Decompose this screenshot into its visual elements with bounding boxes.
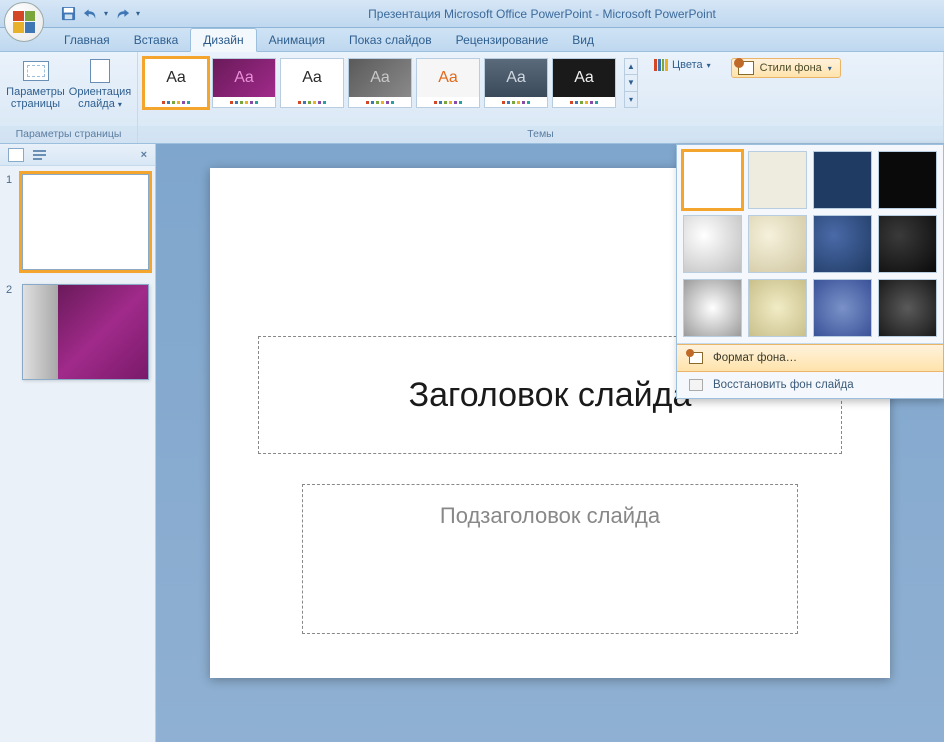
theme-color-dots [281,97,343,107]
thumb-number: 1 [6,174,16,270]
background-swatch-10[interactable] [748,279,807,337]
outline-tab-icon[interactable] [32,149,48,161]
theme-preview: Aa [485,59,547,97]
theme-preview: Aa [417,59,479,97]
reset-background-icon [689,379,703,391]
gallery-more-icon[interactable]: ▾ [625,92,637,107]
background-styles-label: Стили фона [760,62,822,74]
format-background-icon [689,352,703,364]
colors-icon [654,59,668,71]
ribbon-tabs: Главная Вставка Дизайн Анимация Показ сл… [0,28,944,52]
gallery-down-icon[interactable]: ▼ [625,75,637,91]
thumb-number: 2 [6,284,16,380]
thumb-preview [22,284,149,380]
office-logo-icon [13,11,35,33]
background-swatch-7[interactable] [813,215,872,273]
theme-black[interactable]: Aa [552,58,616,108]
orientation-icon [90,59,110,83]
background-styles-icon [738,61,754,75]
slide-thumb-2[interactable]: 2 [6,284,149,380]
tab-insert[interactable]: Вставка [122,29,191,51]
theme-preview: Aa [145,59,207,97]
slides-tab-icon[interactable] [8,148,24,162]
slide-thumb-1[interactable]: 1 [6,174,149,270]
undo-dropdown-icon[interactable]: ▾ [104,9,108,18]
theme-gallery: AaAaAaAaAaAaAa [138,52,620,108]
close-panel-icon[interactable]: × [141,149,147,161]
ribbon: Параметры страницы Ориентация слайда ▾ П… [0,52,944,144]
background-swatch-1[interactable] [683,151,742,209]
slides-panel: × 1 2 [0,144,156,742]
background-swatch-2[interactable] [748,151,807,209]
slides-panel-header: × [0,144,155,166]
tab-design[interactable]: Дизайн [190,28,256,52]
theme-color-dots [553,97,615,107]
theme-options: Цвета ▾ [642,52,723,72]
background-styles-popup: Формат фона… Восстановить фон слайда [676,144,944,399]
save-icon[interactable] [60,6,76,22]
theme-gallery-scroll: ▲ ▼ ▾ [624,58,638,108]
chevron-down-icon: ▾ [707,61,711,70]
theme-preview: Aa [213,59,275,97]
theme-colors-button[interactable]: Цвета ▾ [650,58,715,72]
title-bar: ▾ ▾ Презентация Microsoft Office PowerPo… [0,0,944,28]
page-setup-button[interactable]: Параметры страницы [6,56,65,110]
theme-preview: Aa [349,59,411,97]
tab-home[interactable]: Главная [52,29,122,51]
theme-preview: Aa [281,59,343,97]
tab-review[interactable]: Рецензирование [444,29,561,51]
theme-purple[interactable]: Aa [212,58,276,108]
tab-animations[interactable]: Анимация [257,29,337,51]
background-swatch-12[interactable] [878,279,937,337]
page-setup-label: Параметры страницы [6,86,65,110]
reset-background-label: Восстановить фон слайда [713,379,854,391]
theme-orange[interactable]: Aa [416,58,480,108]
theme-white2[interactable]: Aa [280,58,344,108]
redo-icon[interactable] [114,6,130,22]
slide-thumbnails: 1 2 [0,166,155,388]
subtitle-placeholder-text: Подзаголовок слайда [440,503,660,529]
tab-slideshow[interactable]: Показ слайдов [337,29,444,51]
theme-color-dots [485,97,547,107]
background-swatch-8[interactable] [878,215,937,273]
title-placeholder-text: Заголовок слайда [409,376,692,415]
page-setup-icon [23,61,49,81]
theme-preview: Aa [553,59,615,97]
office-button[interactable] [4,2,44,42]
tab-view[interactable]: Вид [560,29,606,51]
window-title: Презентация Microsoft Office PowerPoint … [140,7,944,21]
ribbon-group-themes: AaAaAaAaAaAaAa ▲ ▼ ▾ Цвета ▾ Стили фона … [138,52,944,143]
background-swatch-6[interactable] [748,215,807,273]
gallery-up-icon[interactable]: ▲ [625,59,637,75]
background-swatch-3[interactable] [813,151,872,209]
format-background-item[interactable]: Формат фона… [677,344,943,372]
group-label-themes: Темы [138,126,943,143]
theme-color-dots [417,97,479,107]
orientation-label: Ориентация слайда ▾ [69,86,131,110]
background-swatch-4[interactable] [878,151,937,209]
group-label-page-setup: Параметры страницы [0,126,137,143]
chevron-down-icon: ▾ [828,64,832,73]
background-styles-button[interactable]: Стили фона ▾ [731,58,841,78]
background-swatch-9[interactable] [683,279,742,337]
format-background-label: Формат фона… [713,352,797,364]
thumb-preview [22,174,149,270]
theme-color-dots [349,97,411,107]
theme-color-dots [145,97,207,107]
undo-icon[interactable] [82,6,98,22]
theme-gray[interactable]: Aa [348,58,412,108]
theme-office[interactable]: Aa [144,58,208,108]
background-swatch-11[interactable] [813,279,872,337]
reset-background-item[interactable]: Восстановить фон слайда [677,372,943,398]
colors-label: Цвета [672,59,703,71]
background-swatch-grid [677,145,943,343]
background-swatch-5[interactable] [683,215,742,273]
theme-slate[interactable]: Aa [484,58,548,108]
slide-orientation-button[interactable]: Ориентация слайда ▾ [69,56,131,110]
theme-color-dots [213,97,275,107]
subtitle-placeholder[interactable]: Подзаголовок слайда [302,484,798,634]
ribbon-group-page-setup: Параметры страницы Ориентация слайда ▾ П… [0,52,138,143]
quick-access-toolbar: ▾ ▾ [60,0,140,27]
